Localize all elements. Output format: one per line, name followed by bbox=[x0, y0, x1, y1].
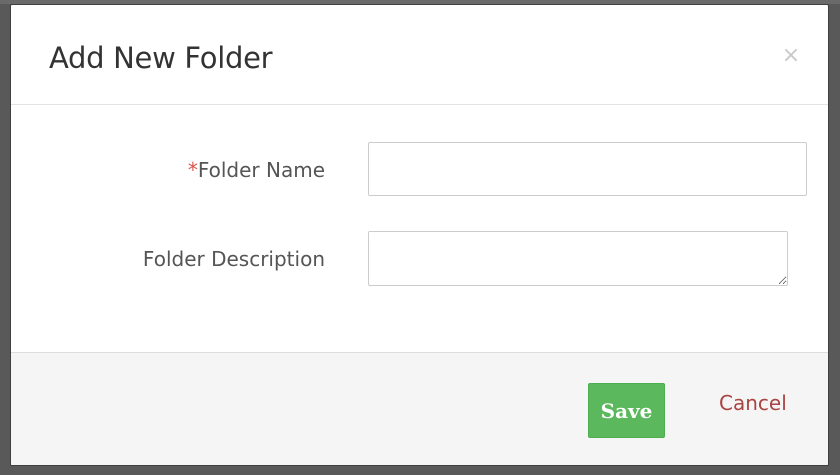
dialog-footer: Save Cancel bbox=[11, 352, 828, 465]
add-folder-dialog: Add New Folder × *Folder Name Folder Des… bbox=[10, 4, 829, 466]
folder-name-label: *Folder Name bbox=[188, 158, 325, 182]
folder-name-label-text: Folder Name bbox=[197, 158, 325, 182]
cancel-link[interactable]: Cancel bbox=[719, 391, 787, 415]
folder-description-textarea[interactable] bbox=[368, 231, 788, 286]
required-marker: * bbox=[187, 158, 198, 182]
folder-description-row: Folder Description bbox=[11, 231, 828, 287]
dialog-title: Add New Folder bbox=[49, 41, 273, 75]
folder-description-label: Folder Description bbox=[142, 247, 325, 271]
folder-name-row: *Folder Name bbox=[11, 142, 828, 198]
dialog-body: *Folder Name Folder Description bbox=[11, 105, 828, 355]
folder-name-input[interactable] bbox=[368, 142, 807, 196]
dialog-header: Add New Folder × bbox=[11, 5, 828, 105]
save-button[interactable]: Save bbox=[588, 383, 665, 438]
close-icon[interactable]: × bbox=[780, 45, 802, 67]
